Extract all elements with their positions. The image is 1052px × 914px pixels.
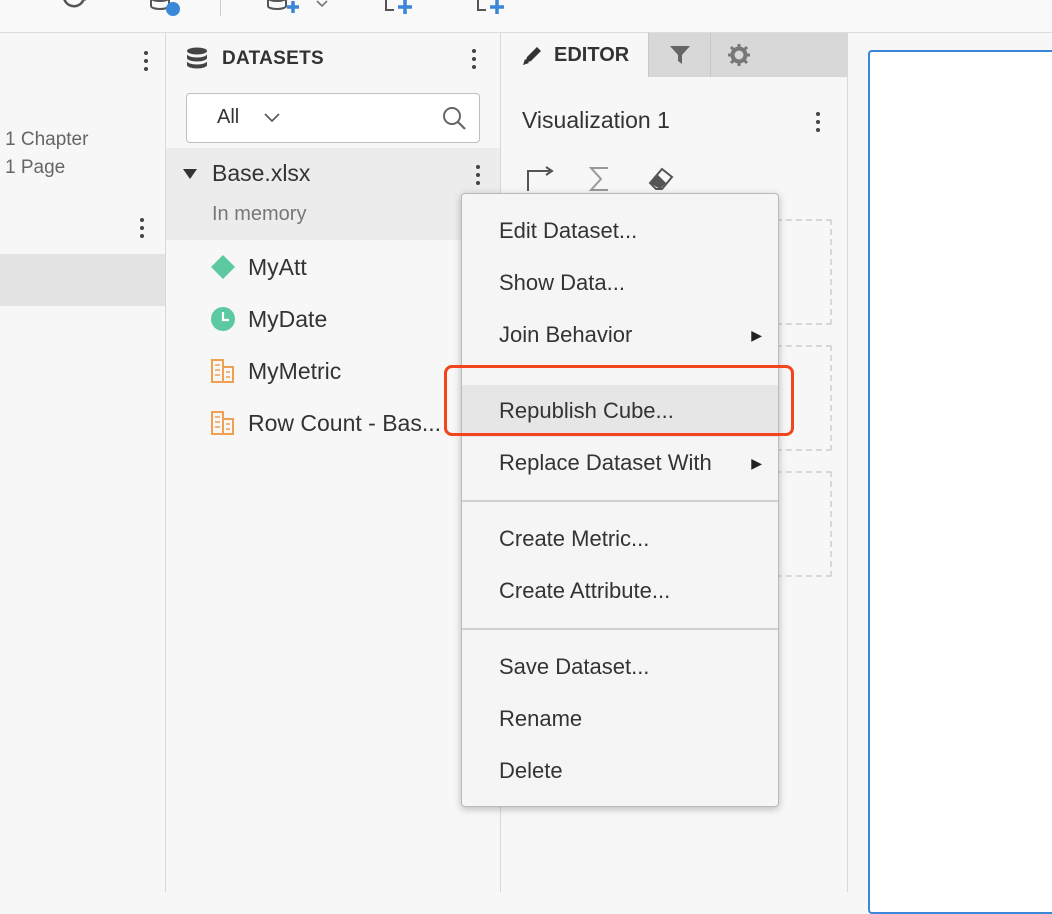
highlight-annotation [444, 365, 794, 436]
pencil-icon [523, 47, 541, 65]
menu-item-edit-dataset[interactable]: Edit Dataset... [462, 205, 778, 257]
table-of-contents-panel: 1 Chapter 1 Page [0, 33, 166, 892]
chevron-down-icon[interactable] [263, 112, 281, 124]
menu-item-delete[interactable]: Delete [462, 745, 778, 797]
menu-item-join-behavior[interactable]: Join Behavior ▶ [462, 309, 778, 361]
visualization-title: Visualization 1 [522, 107, 670, 133]
tab-editor-label: EDITOR [554, 44, 630, 66]
search-icon[interactable] [441, 105, 467, 131]
dataset-more-options-icon[interactable] [468, 162, 488, 188]
dataset-filter-search[interactable]: All [186, 93, 480, 143]
dataset-item[interactable]: Base.xlsx In memory [166, 148, 500, 240]
object-item-mydate[interactable]: MyDate [210, 299, 327, 339]
sum-icon[interactable] [588, 165, 612, 193]
tab-format[interactable] [710, 33, 847, 77]
object-item-mymetric[interactable]: MyMetric [210, 351, 341, 391]
menu-item-replace-dataset[interactable]: Replace Dataset With ▶ [462, 437, 778, 489]
menu-item-create-attribute[interactable]: Create Attribute... [462, 565, 778, 617]
dataset-context-menu: Edit Dataset... Show Data... Join Behavi… [461, 193, 779, 807]
datasets-panel: DATASETS All Base.xlsx In memory MyAtt M… [166, 33, 501, 892]
menu-separator [462, 500, 778, 502]
menu-item-rename[interactable]: Rename [462, 693, 778, 745]
new-dataset-icon[interactable] [265, 0, 305, 16]
attribute-icon [210, 254, 236, 280]
filter-select-value[interactable]: All [217, 106, 239, 129]
metric-icon [210, 358, 236, 384]
object-label: MyDate [248, 305, 328, 332]
object-label: MyMetric [248, 357, 342, 384]
visualization-more-options-icon[interactable] [808, 109, 828, 135]
database-icon [187, 47, 207, 69]
filter-icon [670, 46, 690, 64]
menu-item-create-metric[interactable]: Create Metric... [462, 513, 778, 565]
dataset-status: In memory [212, 203, 307, 225]
chevron-down-icon[interactable] [314, 0, 330, 16]
chapter-more-options-icon[interactable] [132, 215, 152, 241]
chapter-count: 1 Chapter [5, 129, 89, 150]
tab-editor[interactable]: EDITOR [502, 33, 648, 77]
object-item-myatt[interactable]: MyAtt [210, 247, 307, 287]
date-attribute-icon [210, 306, 236, 332]
submenu-arrow-icon: ▶ [751, 327, 762, 343]
selected-page-item[interactable] [0, 254, 165, 306]
tab-filter[interactable] [648, 33, 711, 77]
datasets-more-options-icon[interactable] [464, 46, 484, 72]
swap-axes-icon[interactable] [524, 165, 556, 193]
collapse-triangle-icon[interactable] [182, 168, 198, 180]
submenu-arrow-icon: ▶ [751, 455, 762, 471]
top-toolbar [0, 0, 1052, 33]
more-options-icon[interactable] [136, 48, 156, 74]
menu-separator [462, 628, 778, 630]
menu-item-show-data[interactable]: Show Data... [462, 257, 778, 309]
add-page-icon[interactable] [382, 0, 418, 16]
menu-item-save-dataset[interactable]: Save Dataset... [462, 641, 778, 693]
object-label: Row Count - Bas... [248, 409, 442, 436]
toolbar-divider [220, 0, 221, 16]
page-count: 1 Page [5, 157, 66, 178]
refresh-icon[interactable] [58, 0, 92, 16]
datasets-title: DATASETS [222, 48, 324, 69]
dataset-name: Base.xlsx [212, 160, 311, 186]
object-item-row-count[interactable]: Row Count - Bas... [210, 403, 441, 443]
visualization-canvas[interactable] [868, 50, 1052, 914]
add-visualization-icon[interactable] [474, 0, 510, 16]
add-data-icon[interactable] [148, 0, 182, 16]
gear-icon [728, 44, 750, 66]
metric-icon [210, 410, 236, 436]
object-label: MyAtt [248, 253, 307, 280]
eraser-icon[interactable] [646, 165, 676, 193]
